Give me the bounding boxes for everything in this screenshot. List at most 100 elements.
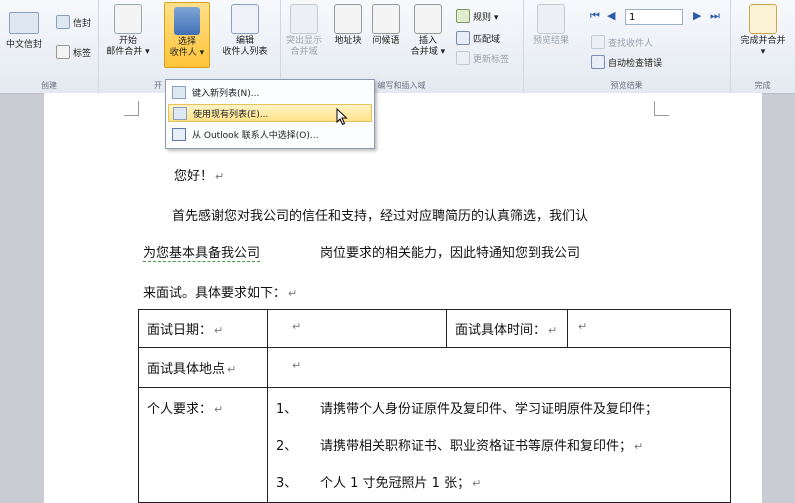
- rules-icon: [456, 9, 470, 23]
- edit-list-icon: [231, 4, 259, 34]
- find-recipient-button[interactable]: 查找收件人: [591, 34, 653, 50]
- rules-button[interactable]: 规则 ▾: [456, 8, 498, 24]
- greeting-line: 您好！ ↵: [174, 165, 224, 184]
- margin-corner-top-left: [124, 101, 139, 116]
- paragraph-mark: ↵: [227, 363, 237, 376]
- group-create: 中文信封 信封 标签 创建: [0, 0, 99, 93]
- update-labels-button[interactable]: 更新标签: [456, 50, 509, 66]
- outlook-contacts-icon: [172, 127, 186, 141]
- body-line-2: 为您基本具备我公司 岗位要求的相关能力，因此特通知您到我公司: [143, 242, 581, 262]
- envelope-icon: [9, 12, 39, 34]
- finish-merge-label-1: 完成并合并: [740, 36, 786, 46]
- select-recipients-label-1: 选择: [177, 37, 196, 47]
- paragraph-mark: ↵: [292, 359, 302, 372]
- match-fields-icon: [456, 31, 470, 45]
- requirement-number: 3、: [276, 476, 298, 491]
- menu-item-type-new-list[interactable]: 键入新列表(N)...: [168, 83, 372, 101]
- body-line-3-text: 来面试。具体要求如下：: [143, 286, 287, 301]
- table-cell[interactable]: 个人要求： ↵: [138, 387, 268, 503]
- requirement-text: 个人 1 寸免冠照片 1 张；: [320, 476, 471, 491]
- labels-label: 标签: [73, 48, 92, 59]
- paragraph-mark: ↵: [548, 324, 558, 337]
- table-row: 面试日期： ↵ ↵ 面试具体时间： ↵ ↵: [138, 309, 731, 348]
- paragraph-mark: ↵: [634, 440, 644, 453]
- document-merge-icon: [114, 4, 142, 34]
- paragraph-mark: ↵: [472, 477, 482, 490]
- highlight-fields-label-1: 突出显示: [285, 36, 322, 46]
- group-label-create: 创建: [41, 81, 57, 90]
- auto-check-errors-button[interactable]: 自动检查错误: [591, 54, 662, 70]
- menu-item-label: 使用现有列表(E)...: [193, 109, 269, 120]
- menu-item-label: 键入新列表(N)...: [192, 88, 260, 99]
- edit-recipients-label-2: 收件人列表: [222, 47, 268, 57]
- paragraph-mark: ↵: [292, 320, 302, 333]
- table-cell[interactable]: ↵: [267, 309, 447, 348]
- requirement-text: 请携带个人身份证原件及复印件、学习证明原件及复印件；: [320, 402, 659, 417]
- body-line-3: 来面试。具体要求如下： ↵: [143, 282, 297, 301]
- list-item: 3、 个人 1 寸免冠照片 1 张； ↵: [276, 472, 722, 502]
- first-record-icon[interactable]: ⏮: [590, 9, 600, 23]
- envelope-small-icon: [56, 15, 70, 29]
- requirement-text: 请携带相关职称证书、职业资格证书等原件和复印件；: [320, 439, 633, 454]
- previous-record-icon[interactable]: ◀: [607, 9, 615, 22]
- interview-location-label: 面试具体地点: [147, 362, 226, 377]
- body-line-1: 首先感谢您对我公司的信任和支持，经过对应聘简历的认真筛选，我们认: [172, 205, 588, 224]
- body-line-1-text: 首先感谢您对我公司的信任和支持，经过对应聘简历的认真筛选，我们认: [172, 209, 589, 224]
- recipients-icon: [174, 7, 200, 35]
- table-cell[interactable]: 面试具体地点 ↵: [138, 347, 268, 388]
- check-errors-icon: [591, 55, 605, 69]
- auto-check-errors-label: 自动检查错误: [608, 58, 663, 69]
- finish-merge-button[interactable]: 完成并合并 ▾: [734, 4, 792, 68]
- table-cell[interactable]: 面试日期： ↵: [138, 309, 268, 348]
- interview-table: 面试日期： ↵ ↵ 面试具体时间： ↵ ↵ 面试具体地点 ↵ ↵ 个人要求： ↵ 1、请…: [138, 309, 731, 503]
- table-cell[interactable]: 面试具体时间： ↵: [446, 309, 568, 348]
- next-record-icon[interactable]: ▶: [693, 9, 701, 22]
- find-recipient-icon: [591, 35, 605, 49]
- table-cell[interactable]: 1、 请携带个人身份证原件及复印件、学习证明原件及复印件； 2、 请携带相关职称证书…: [267, 387, 731, 503]
- table-cell[interactable]: ↵: [567, 309, 731, 348]
- menu-item-outlook-contacts[interactable]: 从 Outlook 联系人中选择(O)...: [168, 125, 372, 143]
- insert-merge-field-button[interactable]: 插入 合并域 ▾: [406, 4, 450, 68]
- paragraph-mark: ↵: [288, 287, 298, 300]
- paragraph-mark: ↵: [215, 170, 225, 183]
- select-recipients-button[interactable]: 选择 收件人 ▾: [164, 2, 210, 68]
- highlight-fields-label-2: 合并域: [290, 47, 318, 57]
- insert-merge-field-label-2: 合并域 ▾: [410, 47, 446, 57]
- edit-recipients-button[interactable]: 编辑 收件人列表: [218, 4, 272, 68]
- envelope-label: 信封: [73, 18, 92, 29]
- table-cell[interactable]: ↵: [267, 347, 731, 388]
- body-line-2b-text: 岗位要求的相关能力，因此特通知您到我公司: [320, 246, 581, 261]
- record-number-input[interactable]: 1: [625, 9, 683, 25]
- table-row: 个人要求： ↵ 1、 请携带个人身份证原件及复印件、学习证明原件及复印件； 2、 请携…: [138, 387, 731, 503]
- greeting-line-label: 问候语: [372, 36, 400, 46]
- insert-merge-field-label-1: 插入: [418, 36, 437, 46]
- margin-corner-top-right: [654, 101, 669, 116]
- labels-icon: [56, 45, 70, 59]
- match-fields-button[interactable]: 匹配域: [456, 30, 500, 46]
- existing-list-icon: [173, 106, 187, 120]
- labels-button[interactable]: 标签: [56, 44, 91, 60]
- requirement-number: 2、: [276, 439, 298, 454]
- match-fields-label: 匹配域: [473, 34, 501, 45]
- paragraph-mark: ↵: [578, 320, 588, 333]
- mouse-cursor-icon: [336, 108, 348, 126]
- edit-recipients-label-1: 编辑: [235, 36, 254, 46]
- start-merge-label-1: 开始: [118, 36, 137, 46]
- greeting-line-button[interactable]: 问候语: [364, 4, 408, 68]
- finish-merge-icon: [749, 4, 777, 34]
- preview-results-label: 预览结果: [532, 36, 569, 46]
- chinese-envelope-button[interactable]: 中文信封: [6, 12, 42, 52]
- select-recipients-label-2: 收件人 ▾: [169, 48, 205, 58]
- list-item: 2、 请携带相关职称证书、职业资格证书等原件和复印件； ↵: [276, 435, 722, 472]
- preview-results-button[interactable]: 预览结果: [527, 4, 575, 68]
- chinese-envelope-label: 中文信封: [6, 40, 43, 50]
- interview-time-label: 面试具体时间：: [455, 323, 547, 338]
- paragraph-mark: ↵: [214, 324, 224, 337]
- group-label-preview: 预览结果: [610, 81, 643, 90]
- start-mail-merge-button[interactable]: 开始 邮件合并 ▾: [106, 4, 150, 68]
- last-record-icon[interactable]: ⏭: [710, 9, 720, 23]
- personal-requirements-label: 个人要求：: [147, 402, 213, 417]
- highlight-merge-fields-button[interactable]: 突出显示 合并域: [282, 4, 326, 68]
- preview-icon: [537, 4, 565, 34]
- envelope-button[interactable]: 信封: [56, 14, 91, 30]
